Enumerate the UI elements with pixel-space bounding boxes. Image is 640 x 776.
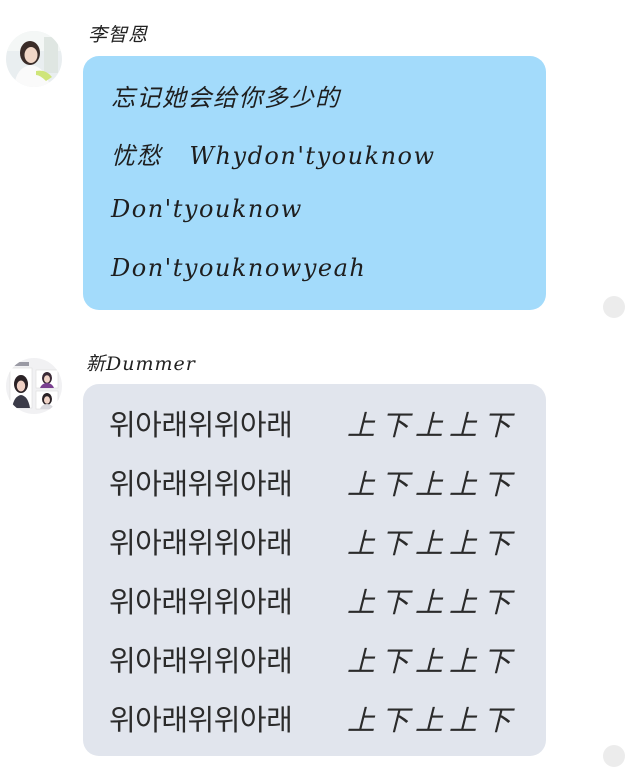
sender-avatar[interactable] — [6, 358, 62, 414]
chinese-lyric: 上下上上下 — [347, 586, 518, 619]
chinese-lyric: 上下上上下 — [347, 468, 518, 501]
chinese-lyric: 上下上上下 — [347, 645, 518, 678]
message-line: 위아래위위아래 上下上上下 — [109, 638, 511, 678]
message-bubble[interactable]: 위아래위위아래 上下上上下 위아래위위아래 上下上上下 위아래위위아래 上下上上… — [83, 384, 546, 756]
avatar-woman-icon — [6, 31, 62, 87]
message-line: 위아래위위아래 上下上上下 — [109, 461, 511, 501]
message-status-indicator — [603, 296, 625, 318]
message-status-indicator — [603, 745, 625, 767]
korean-lyric: 위아래위위아래 — [109, 408, 293, 442]
korean-lyric: 위아래위위아래 — [109, 467, 293, 501]
message-line: 忧愁 Whydon'tyouknow — [111, 142, 436, 170]
chinese-lyric: 上下上上下 — [347, 409, 518, 442]
message-line: 위아래위위아래 上下上上下 — [109, 579, 511, 619]
sender-avatar[interactable] — [6, 31, 62, 87]
sender-nickname: 新Dummer — [86, 353, 196, 375]
message-bubble[interactable]: 忘记她会给你多少的 忧愁 Whydon'tyouknow Don'tyoukno… — [83, 56, 546, 310]
message-line: 위아래위위아래 上下上上下 — [109, 697, 511, 737]
message-line: 忘记她会给你多少的 — [111, 84, 341, 112]
korean-lyric: 위아래위위아래 — [109, 526, 293, 560]
sender-nickname: 李智恩 — [88, 24, 149, 46]
message-line: Don'tyouknowyeah — [111, 254, 367, 282]
korean-lyric: 위아래위위아래 — [109, 585, 293, 619]
message-line: Don'tyouknow — [111, 195, 303, 223]
chinese-lyric: 上下上上下 — [347, 527, 518, 560]
message-line: 위아래위위아래 上下上上下 — [109, 520, 511, 560]
chinese-lyric: 上下上上下 — [347, 704, 518, 737]
avatar-collage-icon — [6, 358, 62, 414]
korean-lyric: 위아래위위아래 — [109, 644, 293, 678]
korean-lyric: 위아래위위아래 — [109, 703, 293, 737]
message-line: 위아래위위아래 上下上上下 — [109, 402, 511, 442]
